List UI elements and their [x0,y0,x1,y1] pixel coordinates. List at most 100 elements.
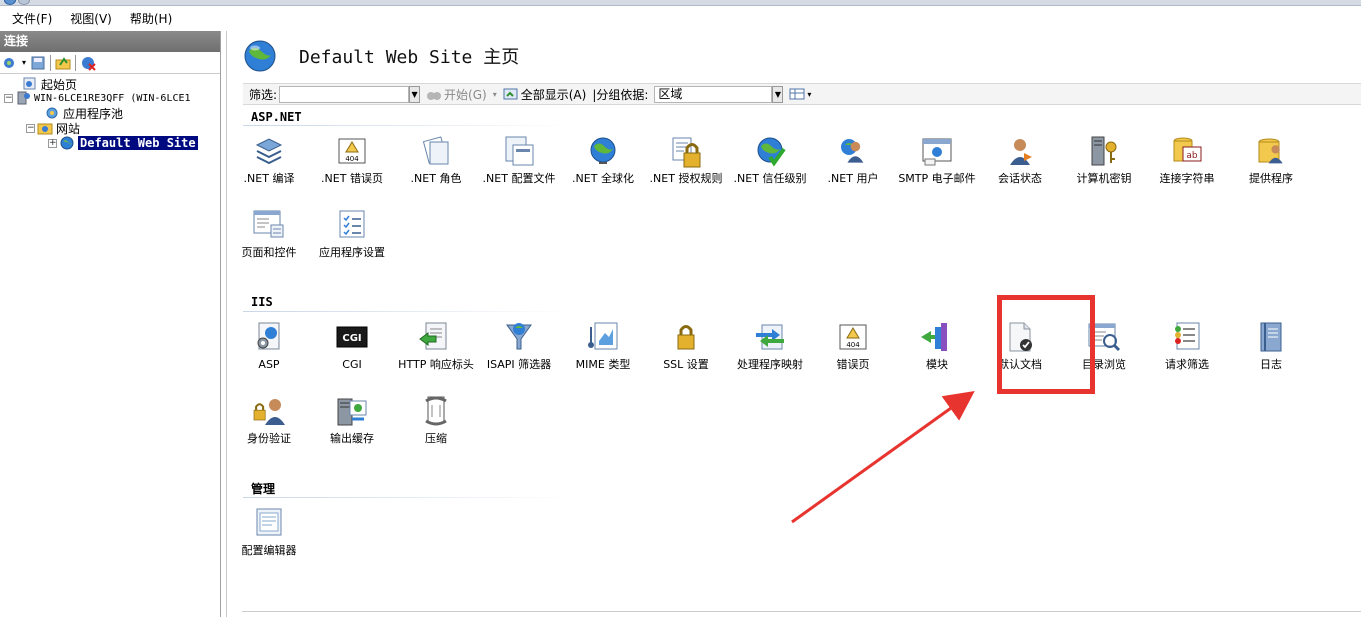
back-icon[interactable] [4,0,16,5]
feature-label: 模块 [926,358,948,371]
isapi-filters-icon [501,319,537,355]
connection-strings-icon: ab [1169,133,1205,169]
feature-dotnet-users[interactable]: .NET 用户 [811,133,895,185]
menu-bar: 文件(F) 视图(V) 帮助(H) [0,7,1361,29]
dotnet-compile-icon [251,133,287,169]
feature-label: 页面和控件 [241,246,297,259]
feature-connection-strings[interactable]: ab 连接字符串 [1145,133,1229,185]
feature-label: ASP [258,358,280,371]
feature-compression[interactable]: 压缩 [394,393,478,445]
tree-label: WIN-6LCE1RE3QFF (WIN-6LCE1 [34,92,191,104]
page-title: Default Web Site 主页 [299,47,520,68]
filter-input[interactable] [279,85,410,103]
start-dropdown-icon[interactable]: ▾ [493,90,497,99]
feature-mime-types[interactable]: MIME 类型 [561,319,645,371]
feature-label: .NET 用户 [827,172,879,185]
feature-handler-mappings[interactable]: 处理程序映射 [728,319,812,371]
toolbar-separator [75,54,77,71]
feature-dotnet-compile[interactable]: .NET 编译 [227,133,311,185]
output-caching-icon [334,393,370,429]
toolbar-separator [50,54,52,71]
feature-output-caching[interactable]: 输出缓存 [310,393,394,445]
feature-dotnet-profile[interactable]: .NET 配置文件 [477,133,561,185]
connections-tree: 起始页 − WIN-6LCE1RE3QFF (WIN-6LCE1 应用程序池 −… [0,74,220,150]
menu-file[interactable]: 文件(F) [12,10,52,27]
feature-dotnet-globalization[interactable]: .NET 全球化 [561,133,645,185]
connect-icon[interactable] [2,55,18,71]
feature-label: .NET 角色 [410,172,462,185]
feature-http-response-headers[interactable]: HTTP 响应标头 [394,319,478,371]
connections-header: 连接 [0,31,220,52]
feature-label: 应用程序设置 [319,246,385,259]
feature-label: 连接字符串 [1159,172,1215,185]
feature-smtp-email[interactable]: SMTP 电子邮件 [895,133,979,185]
request-filtering-icon [1169,319,1205,355]
tree-item-sites[interactable]: − 网站 [26,120,80,136]
feature-label: .NET 全球化 [572,172,634,185]
handler-mappings-icon [752,319,788,355]
main-pane: Default Web Site 主页 筛选: ▼ 开始(G) ▾ 全部显示(A… [226,31,1361,617]
feature-pages-controls[interactable]: 页面和控件 [227,207,311,259]
feature-label: .NET 配置文件 [482,172,556,185]
dotnet-roles-icon [418,133,454,169]
feature-providers[interactable]: 提供程序 [1229,133,1313,185]
feature-authentication[interactable]: 身份验证 [227,393,311,445]
machine-key-icon [1086,133,1122,169]
feature-isapi-filters[interactable]: ISAPI 筛选器 [477,319,561,371]
feature-asp[interactable]: ASP [227,319,311,371]
dotnet-users-icon [835,133,871,169]
feature-modules[interactable]: 模块 [895,319,979,371]
svg-text:CGI: CGI [342,333,361,344]
feature-label: 身份验证 [247,432,291,445]
collapse-icon[interactable]: − [26,123,35,133]
view-mode-button[interactable]: ▾ [789,87,811,101]
feature-request-filtering[interactable]: 请求筛选 [1145,319,1229,371]
feature-dotnet-roles[interactable]: .NET 角色 [394,133,478,185]
feature-dotnet-trust-levels[interactable]: .NET 信任级别 [728,133,812,185]
connect-dropdown-icon[interactable]: ▾ [22,58,26,67]
feature-app-settings[interactable]: 应用程序设置 [310,207,394,259]
group-by-select[interactable]: 区域 [654,85,773,103]
feature-configuration-editor[interactable]: 配置编辑器 [227,505,311,557]
feature-cgi[interactable]: CGI CGI [310,319,394,371]
save-icon[interactable] [30,55,46,71]
filter-dropdown-icon[interactable]: ▼ [409,85,421,103]
show-all-button[interactable]: 全部显示(A) [503,86,586,103]
dotnet-trust-levels-icon [752,133,788,169]
dotnet-error-pages-icon: 404 [334,133,370,169]
menu-help[interactable]: 帮助(H) [130,10,172,27]
expand-icon[interactable]: + [48,138,57,148]
smtp-email-icon [919,133,955,169]
feature-session-state[interactable]: 会话状态 [978,133,1062,185]
group-by-dropdown-icon[interactable]: ▼ [772,85,784,103]
app-settings-icon [334,207,370,243]
view-icons-icon [789,88,805,100]
logging-icon [1253,319,1289,355]
feature-logging[interactable]: 日志 [1229,319,1313,371]
tree-item-default-web-site[interactable]: + Default Web Site [48,135,198,151]
error-pages-icon: 404 [835,319,871,355]
feature-dotnet-authorization[interactable]: .NET 授权规则 [644,133,728,185]
asp-icon [251,319,287,355]
start-page-icon [22,77,38,91]
menu-view[interactable]: 视图(V) [70,10,112,27]
collapse-icon[interactable]: − [4,93,13,103]
feature-dotnet-error-pages[interactable]: 404 .NET 错误页 [310,133,394,185]
tree-item-app-pools[interactable]: 应用程序池 [42,105,123,121]
feature-error-pages[interactable]: 404 错误页 [811,319,895,371]
mime-types-icon [585,319,621,355]
feature-ssl-settings[interactable]: SSL 设置 [644,319,728,371]
disconnect-icon[interactable] [80,55,96,71]
feature-label: 压缩 [425,432,447,445]
start-filter-button[interactable]: 开始(G) [426,86,487,103]
forward-icon[interactable] [18,0,30,5]
globe-icon [59,136,75,150]
feature-machine-key[interactable]: 计算机密钥 [1062,133,1146,185]
up-folder-icon[interactable] [55,55,71,71]
feature-label: 错误页 [836,358,870,371]
cgi-icon: CGI [334,319,370,355]
connections-pane: 连接 ▾ 起始页 − WIN-6LCE1RE3QFF (WIN-6LCE1 应用… [0,31,221,617]
svg-text:404: 404 [846,341,860,349]
tree-label: 网站 [56,121,81,136]
feature-label: MIME 类型 [575,358,631,371]
